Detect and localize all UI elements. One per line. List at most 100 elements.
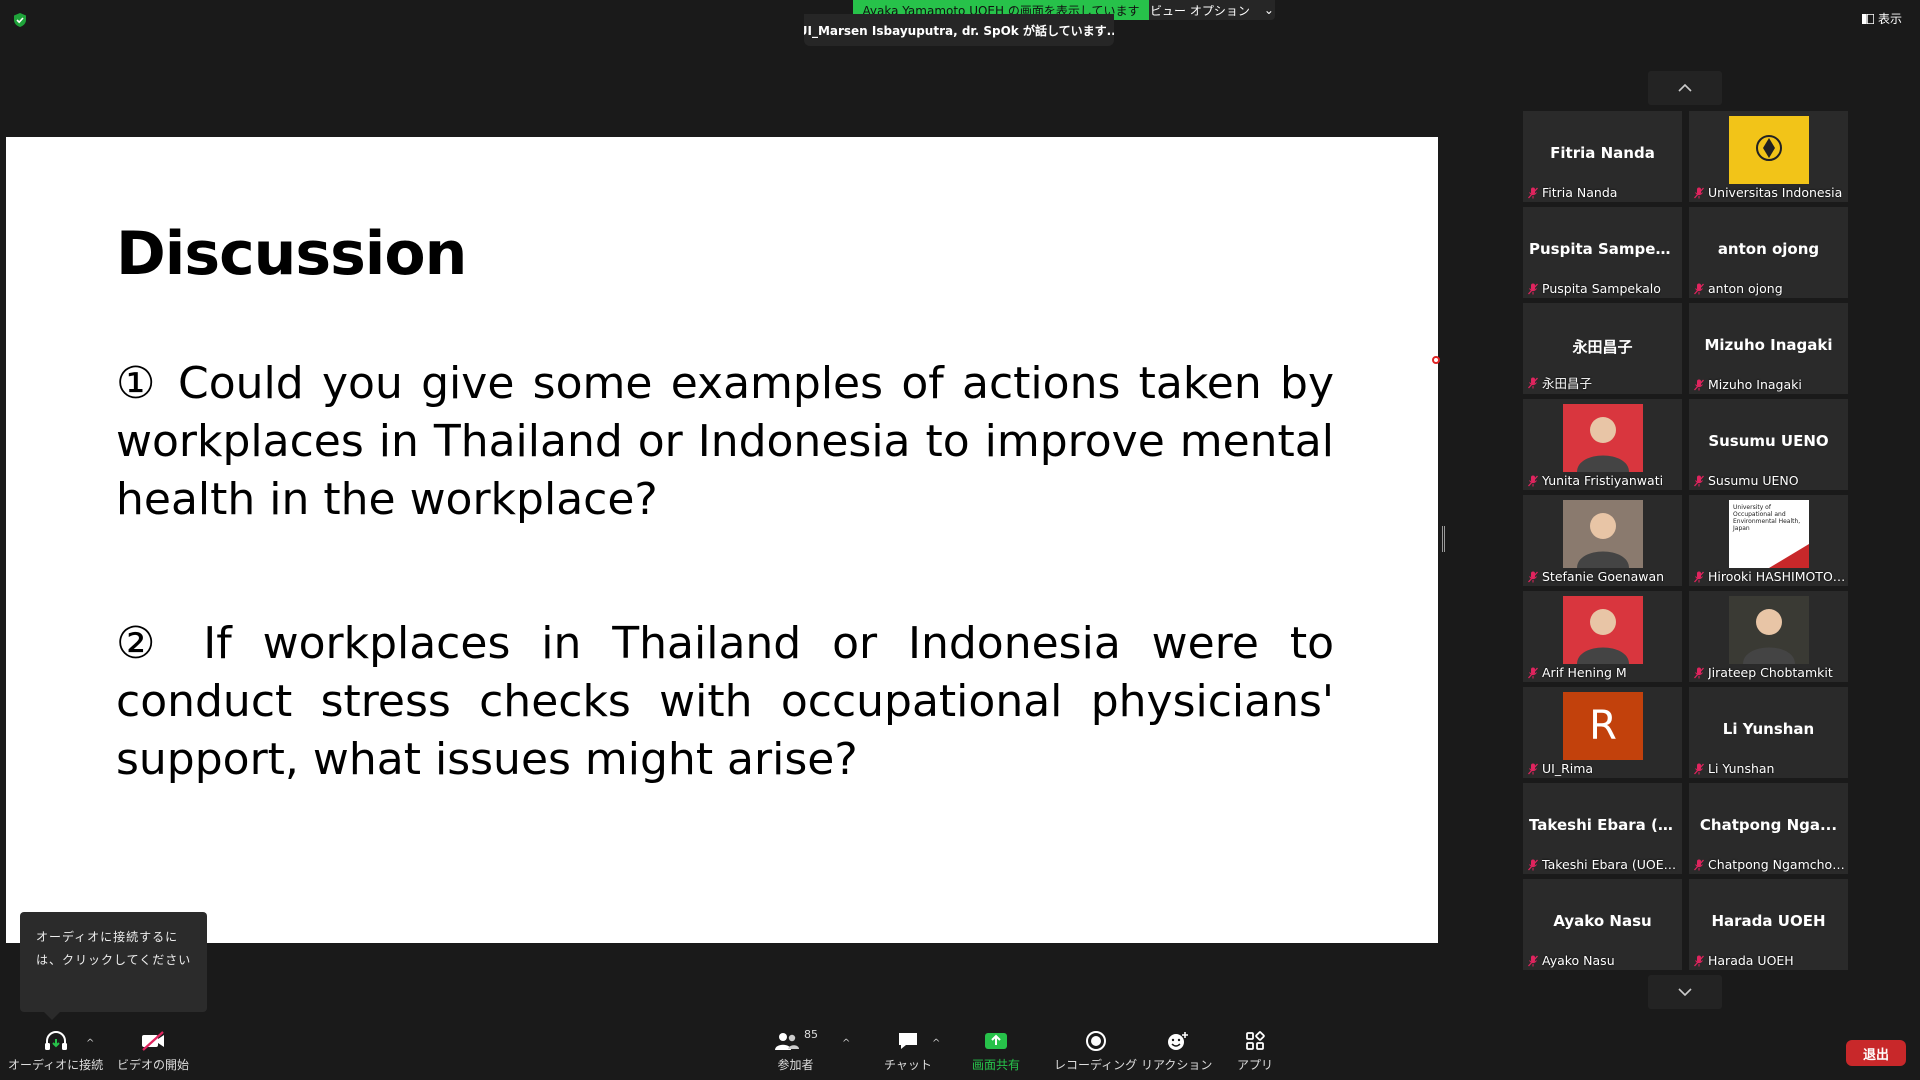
participant-photo	[1729, 596, 1809, 664]
participant-photo	[1563, 500, 1643, 568]
slide-question-1: ① Could you give some examples of action…	[116, 358, 1334, 525]
gallery-scroll-up-button[interactable]	[1648, 71, 1722, 105]
apps-button[interactable]: アプリ	[1237, 1030, 1273, 1073]
mic-muted-icon	[1694, 667, 1704, 678]
participant-tile[interactable]: Ayako Nasu Ayako Nasu	[1523, 879, 1682, 970]
participant-name: Li Yunshan	[1708, 761, 1775, 776]
mic-muted-icon	[1694, 763, 1704, 774]
gallery-scroll-down-button[interactable]	[1648, 975, 1722, 1009]
chat-options-caret[interactable]: ^	[932, 1038, 940, 1049]
join-audio-label: オーディオに接続	[8, 1058, 104, 1072]
mic-muted-icon	[1528, 763, 1538, 774]
participant-tile[interactable]: Arif Hening M	[1523, 591, 1682, 682]
chevron-down-icon: ⌄	[1263, 3, 1274, 17]
participant-name: Universitas Indonesia	[1708, 185, 1843, 200]
participant-name-label: Susumu UENO	[1694, 473, 1846, 488]
participant-name: Mizuho Inagaki	[1708, 377, 1802, 392]
leave-button[interactable]: 退出	[1846, 1040, 1906, 1066]
participant-display-name: Ayako Nasu	[1553, 912, 1652, 930]
participants-icon	[775, 1033, 799, 1050]
tooltip-arrow	[44, 1012, 60, 1020]
participant-tile[interactable]: Stefanie Goenawan	[1523, 495, 1682, 586]
participant-avatar: R	[1563, 692, 1643, 760]
participant-tile[interactable]: Harada UOEH Harada UOEH	[1689, 879, 1848, 970]
mic-muted-icon	[1528, 187, 1538, 198]
participant-tile[interactable]: Jirateep Chobtamkit	[1689, 591, 1848, 682]
participant-name-label: Mizuho Inagaki	[1694, 377, 1846, 392]
video-off-icon	[142, 1031, 164, 1051]
reaction-button[interactable]: リアクション	[1141, 1030, 1212, 1073]
mic-muted-icon	[1528, 283, 1538, 294]
participants-button[interactable]: 85 参加者	[773, 1028, 818, 1073]
chat-label: チャット	[884, 1058, 932, 1072]
mic-muted-icon	[1694, 475, 1704, 486]
participant-name-label: Stefanie Goenawan	[1528, 569, 1680, 584]
participant-tile[interactable]: Yunita Fristiyanwati	[1523, 399, 1682, 490]
participant-name: Jirateep Chobtamkit	[1708, 665, 1833, 680]
view-button[interactable]: 表示	[1862, 10, 1902, 27]
participant-display-name: Li Yunshan	[1722, 720, 1815, 738]
participant-name: UI_Rima	[1542, 761, 1594, 776]
chat-button[interactable]: チャット	[884, 1030, 932, 1073]
participant-name: 永田昌子	[1542, 376, 1593, 391]
mic-muted-icon	[1528, 377, 1538, 388]
participant-display-name: 永田昌子	[1572, 338, 1633, 356]
reaction-label: リアクション	[1141, 1058, 1213, 1072]
participant-display-name: Fitria Nanda	[1550, 144, 1655, 162]
participant-tile[interactable]: Fitria Nanda Fitria Nanda	[1523, 111, 1682, 202]
participant-display-name: Mizuho Inagaki	[1704, 336, 1833, 354]
participants-options-caret[interactable]: ^	[842, 1038, 850, 1049]
share-screen-button[interactable]: 画面共有	[972, 1030, 1020, 1073]
record-button[interactable]: レコーディング	[1054, 1030, 1137, 1073]
uoeh-logo-text: University of Occupational and Environme…	[1733, 504, 1801, 532]
participant-tile[interactable]: Li Yunshan Li Yunshan	[1689, 687, 1848, 778]
start-video-label: ビデオの開始	[117, 1058, 190, 1072]
avatar-initial: R	[1589, 703, 1617, 749]
start-video-button[interactable]: ビデオの開始	[117, 1030, 189, 1073]
record-label: レコーディング	[1054, 1058, 1138, 1072]
mic-muted-icon	[1528, 667, 1538, 678]
participant-tile[interactable]: Puspita Sampek... Puspita Sampekalo	[1523, 207, 1682, 298]
mic-muted-icon	[1528, 571, 1538, 582]
apps-icon	[1246, 1031, 1265, 1050]
participant-display-name: Susumu UENO	[1708, 432, 1829, 450]
shield-icon[interactable]	[12, 12, 28, 28]
participant-name-label: Puspita Sampekalo	[1528, 281, 1680, 296]
participant-name: Ayako Nasu	[1542, 953, 1615, 968]
view-options-button[interactable]: ビュー オプション ⌄	[1149, 0, 1275, 20]
mic-muted-icon	[1694, 955, 1704, 966]
view-icon	[1862, 13, 1874, 24]
mic-muted-icon	[1528, 475, 1538, 486]
participant-tile[interactable]: Universitas Indonesia	[1689, 111, 1848, 202]
participant-name-label: Chatpong Ngamchok...	[1694, 857, 1846, 872]
view-options-label: ビュー オプション	[1150, 3, 1250, 18]
participant-tile[interactable]: anton ojong anton ojong	[1689, 207, 1848, 298]
participant-tile[interactable]: 永田昌子 永田昌子	[1523, 303, 1682, 394]
participant-name-label: Ayako Nasu	[1528, 953, 1680, 968]
participant-name: Yunita Fristiyanwati	[1542, 473, 1664, 488]
participant-tile[interactable]: R UI_Rima	[1523, 687, 1682, 778]
participant-name: anton ojong	[1708, 281, 1783, 296]
participant-name: Harada UOEH	[1708, 953, 1794, 968]
slide-question-2: ② If workplaces in Thailand or Indonesia…	[116, 618, 1334, 785]
participant-name-label: Arif Hening M	[1528, 665, 1680, 680]
participant-tile[interactable]: Chatpong Nga... Chatpong Ngamchok...	[1689, 783, 1848, 874]
audio-options-caret[interactable]: ^	[86, 1038, 94, 1049]
participant-name: Susumu UENO	[1708, 473, 1799, 488]
participant-name-label: UI_Rima	[1528, 761, 1680, 776]
participant-tile[interactable]: Susumu UENO Susumu UENO	[1689, 399, 1848, 490]
participant-name-label: Yunita Fristiyanwati	[1528, 473, 1680, 488]
headphone-icon	[44, 1031, 67, 1050]
mic-muted-icon	[1694, 859, 1704, 870]
panel-resize-handle[interactable]	[1442, 526, 1445, 552]
participant-tile[interactable]: Takeshi Ebara (U... Takeshi Ebara (UOEH,.…	[1523, 783, 1682, 874]
mic-muted-icon	[1694, 571, 1704, 582]
participant-tile[interactable]: University of Occupational and Environme…	[1689, 495, 1848, 586]
chat-icon	[898, 1033, 917, 1049]
participant-name-label: anton ojong	[1694, 281, 1846, 296]
participant-name-label: Hirooki HASHIMOTO,...	[1694, 569, 1846, 584]
participant-tile[interactable]: Mizuho Inagaki Mizuho Inagaki	[1689, 303, 1848, 394]
participant-name-label: Jirateep Chobtamkit	[1694, 665, 1846, 680]
join-audio-button[interactable]: オーディオに接続	[8, 1030, 103, 1073]
participant-display-name: Chatpong Nga...	[1699, 816, 1838, 834]
